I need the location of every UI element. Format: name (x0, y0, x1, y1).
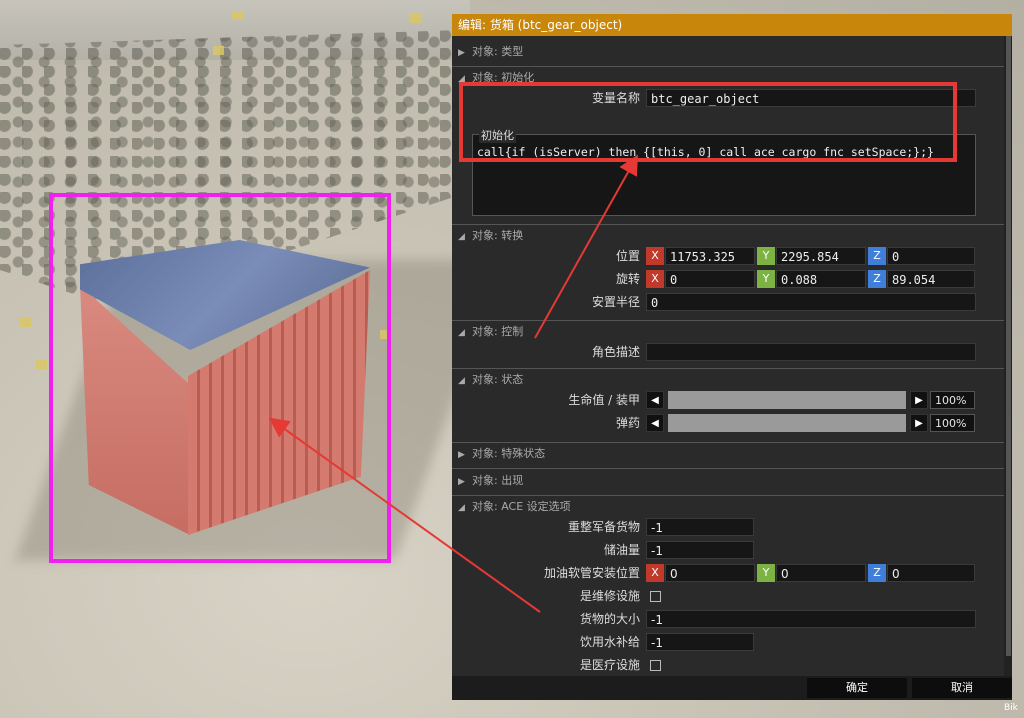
position-label: 位置 (615, 249, 640, 263)
section-header[interactable]: ◢ 对象: 控制 (458, 324, 523, 340)
position-x-field[interactable]: 11753.325 (665, 247, 755, 265)
placement-radius-label: 安置半径 (591, 295, 640, 309)
map-marker (410, 14, 421, 23)
dialog-footer: 确定 取消 (452, 676, 1012, 700)
section-header[interactable]: ▶ 对象: 类型 (458, 44, 523, 60)
triangle-down-icon: ◢ (458, 232, 465, 242)
corner-text: Bik (1004, 703, 1018, 713)
repair-facility-checkbox[interactable] (650, 591, 661, 602)
hose-position-label: 加油软管安装位置 (543, 566, 640, 580)
medical-facility-label: 是医疗设施 (579, 658, 640, 672)
rearm-cargo-field[interactable]: -1 (646, 518, 754, 536)
map-marker (20, 318, 31, 327)
role-description-label: 角色描述 (591, 345, 640, 359)
health-label: 生命值 / 装甲 (568, 393, 640, 407)
hose-x-field[interactable]: 0 (665, 564, 755, 582)
highlight-object-box (49, 193, 391, 563)
map-marker (213, 46, 224, 55)
confirm-button[interactable]: 确定 (807, 678, 907, 698)
section-header[interactable]: ▶ 对象: 出现 (458, 473, 523, 489)
water-supply-label: 饮用水补给 (579, 635, 640, 649)
axis-z-badge: Z (868, 247, 886, 265)
section-title: 对象: 类型 (472, 45, 524, 58)
fuel-amount-field[interactable]: -1 (646, 541, 754, 559)
axis-y-badge: Y (757, 270, 775, 288)
hose-z-field[interactable]: 0 (887, 564, 975, 582)
fuel-amount-label: 储油量 (603, 543, 640, 557)
section-title: 对象: 转换 (472, 229, 524, 242)
triangle-down-icon: ◢ (458, 376, 465, 386)
scrollbar-thumb[interactable] (1006, 36, 1011, 656)
axis-z-badge: Z (868, 564, 886, 582)
axis-x-badge: X (646, 270, 664, 288)
position-z-field[interactable]: 0 (887, 247, 975, 265)
dialog-title[interactable]: 编辑: 货箱 (btc_gear_object) (452, 14, 1012, 36)
axis-x-badge: X (646, 247, 664, 265)
cargo-size-field[interactable]: -1 (646, 610, 976, 628)
section-header[interactable]: ◢ 对象: ACE 设定选项 (458, 499, 571, 515)
section-header[interactable]: ◢ 对象: 状态 (458, 372, 523, 388)
cargo-size-label: 货物的大小 (579, 612, 640, 626)
dialog-scrollbar[interactable] (1004, 36, 1012, 676)
position-y-field[interactable]: 2295.854 (776, 247, 866, 265)
section-title: 对象: 出现 (472, 474, 524, 487)
arrow-left-icon[interactable]: ◀ (646, 414, 664, 432)
arrow-right-icon[interactable]: ▶ (910, 391, 928, 409)
triangle-down-icon: ◢ (458, 503, 465, 513)
section-ace: ◢ 对象: ACE 设定选项 重整军备货物 -1 储油量 -1 加油软管安装位置 … (452, 495, 1004, 676)
highlight-init-box (459, 82, 957, 162)
section-appearance[interactable]: ▶ 对象: 出现 (452, 468, 1004, 495)
role-description-field[interactable] (646, 343, 976, 361)
axis-y-badge: Y (757, 247, 775, 265)
rotation-z-field[interactable]: 89.054 (887, 270, 975, 288)
arrow-left-icon[interactable]: ◀ (646, 391, 664, 409)
health-value[interactable]: 100% (930, 391, 975, 409)
section-title: 对象: 特殊状态 (472, 447, 546, 460)
water-supply-field[interactable]: -1 (646, 633, 754, 651)
rotation-label: 旋转 (615, 272, 640, 286)
axis-x-badge: X (646, 564, 664, 582)
section-state: ◢ 对象: 状态 生命值 / 装甲 ◀ ▶ 100% 弹药 ◀ ▶ 100% (452, 368, 1004, 445)
triangle-right-icon: ▶ (458, 450, 465, 460)
repair-facility-label: 是维修设施 (579, 589, 640, 603)
map-marker (36, 360, 47, 369)
ammo-label: 弹药 (615, 416, 640, 430)
triangle-right-icon: ▶ (458, 477, 465, 487)
axis-y-badge: Y (757, 564, 775, 582)
section-title: 对象: ACE 设定选项 (472, 500, 571, 513)
section-title: 对象: 控制 (472, 325, 524, 338)
hose-y-field[interactable]: 0 (776, 564, 866, 582)
triangle-right-icon: ▶ (458, 48, 465, 58)
ammo-value[interactable]: 100% (930, 414, 975, 432)
section-header[interactable]: ▶ 对象: 特殊状态 (458, 446, 545, 462)
cancel-button[interactable]: 取消 (912, 678, 1012, 698)
ammo-slider[interactable] (668, 414, 906, 432)
arrow-right-icon[interactable]: ▶ (910, 414, 928, 432)
rearm-cargo-label: 重整军备货物 (567, 520, 640, 534)
section-header[interactable]: ◢ 对象: 转换 (458, 228, 523, 244)
section-control: ◢ 对象: 控制 角色描述 (452, 320, 1004, 371)
placement-radius-field[interactable]: 0 (646, 293, 976, 311)
rotation-y-field[interactable]: 0.088 (776, 270, 866, 288)
medical-facility-checkbox[interactable] (650, 660, 661, 671)
map-marker (232, 11, 243, 20)
section-special-state[interactable]: ▶ 对象: 特殊状态 (452, 442, 1004, 469)
triangle-down-icon: ◢ (458, 328, 465, 338)
axis-z-badge: Z (868, 270, 886, 288)
section-title: 对象: 状态 (472, 373, 524, 386)
section-transform: ◢ 对象: 转换 位置 X 11753.325 Y 2295.854 Z 0 旋转… (452, 224, 1004, 321)
rotation-x-field[interactable]: 0 (665, 270, 755, 288)
section-type[interactable]: ▶ 对象: 类型 (452, 40, 1004, 62)
health-slider[interactable] (668, 391, 906, 409)
